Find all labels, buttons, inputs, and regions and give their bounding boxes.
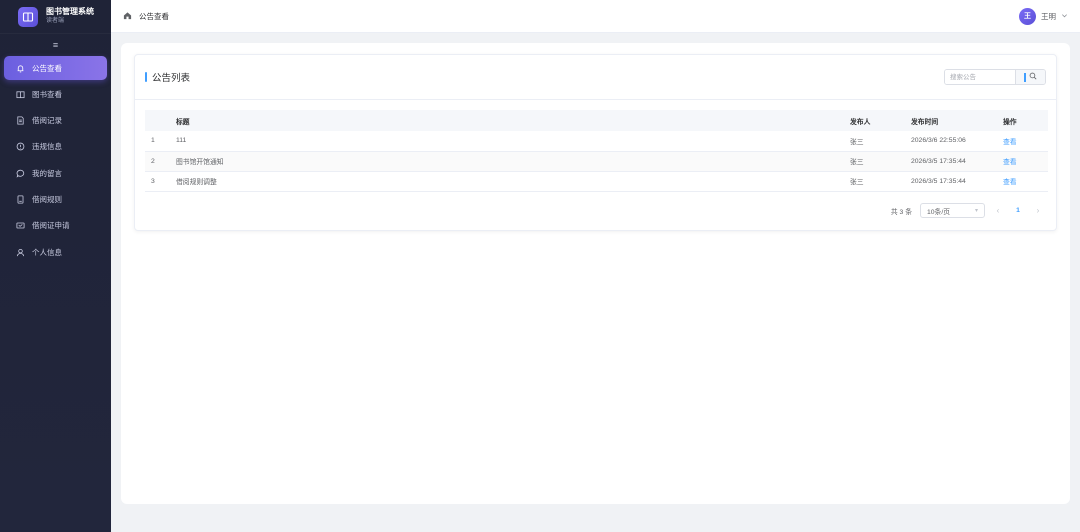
table-row: 3 借阅规则调整 张三 2026/3/5 17:35:44 查看	[145, 171, 1048, 192]
card-title: 公告列表	[145, 70, 190, 84]
column-header-title: 标题	[176, 110, 850, 131]
search-box	[944, 69, 1046, 85]
sidebar-item-notice[interactable]: 公告查看	[4, 56, 107, 80]
chevron-down-icon: ▾	[974, 208, 978, 214]
chevron-down-icon[interactable]	[1061, 12, 1068, 21]
table-row: 1 111 张三 2026/3/6 22:55:06 查看	[145, 131, 1048, 152]
row-index: 1	[145, 131, 176, 152]
view-link[interactable]: 查看	[1003, 179, 1017, 186]
sidebar-item-borrow-records[interactable]: 借阅记录	[4, 109, 107, 133]
page-size-value: 10条/页	[927, 208, 951, 216]
sidebar-item-profile[interactable]: 个人信息	[4, 240, 107, 264]
card-title-text: 公告列表	[152, 73, 191, 84]
brand: 图书管理系统 读者端	[0, 0, 111, 34]
row-time: 2026/3/5 17:35:44	[911, 151, 1003, 172]
table-header-row: 标题 发布人 发布时间 操作	[145, 110, 1048, 131]
title-accent-bar	[145, 72, 147, 82]
search-button[interactable]	[1015, 70, 1045, 84]
pagination: 共 3 条 10条/页 ▾ ‹ 1 ›	[891, 203, 1043, 218]
book-icon	[16, 90, 25, 99]
top-header: 公告查看 王 王明	[111, 0, 1080, 33]
sidebar-item-label: 个人信息	[32, 247, 62, 257]
prev-page-button[interactable]: ‹	[993, 206, 1003, 215]
page-size-select[interactable]: 10条/页 ▾	[920, 203, 985, 218]
row-title: 图书馆开馆通知	[176, 151, 850, 172]
card-header: 公告列表	[135, 55, 1056, 100]
row-title: 111	[176, 131, 850, 152]
sidebar-item-label: 借阅规则	[32, 194, 62, 204]
menu-collapse-icon[interactable]: ≡	[0, 34, 111, 56]
breadcrumb: 公告查看	[123, 11, 169, 22]
card-icon	[16, 221, 25, 230]
home-icon[interactable]	[123, 11, 132, 22]
notice-list-card: 公告列表 标题 发布人 发布时间 操作	[134, 54, 1057, 231]
pagination-total: 共 3 条	[890, 208, 912, 216]
bell-icon	[16, 64, 25, 73]
search-icon	[1029, 72, 1037, 82]
page-number-current[interactable]: 1	[1011, 207, 1025, 214]
search-input[interactable]	[945, 70, 1015, 84]
column-header-action: 操作	[1003, 110, 1048, 131]
app-title: 图书管理系统	[46, 7, 94, 17]
column-header-time: 发布时间	[911, 110, 1003, 131]
user-menu[interactable]: 王 王明	[1019, 7, 1068, 25]
main-panel: 公告列表 标题 发布人 发布时间 操作	[121, 43, 1070, 504]
app-subtitle: 读者端	[46, 18, 65, 25]
column-header-index	[145, 110, 176, 131]
sidebar: 图书管理系统 读者端 ≡ 公告查看 图书查看 借阅记录 违规信息 我的留言 借阅…	[0, 0, 111, 532]
text-cursor-bar	[1024, 72, 1026, 82]
notice-table: 标题 发布人 发布时间 操作 1 111 张三 2026/3/6 22:55:0…	[145, 110, 1048, 192]
book-logo-icon	[18, 6, 38, 27]
sidebar-item-label: 借阅证申请	[32, 221, 70, 231]
column-header-publisher: 发布人	[850, 110, 911, 131]
sidebar-item-books[interactable]: 图书查看	[4, 82, 107, 106]
sidebar-item-label: 借阅记录	[32, 116, 62, 126]
row-time: 2026/3/5 17:35:44	[911, 171, 1003, 192]
table-row: 2 图书馆开馆通知 张三 2026/3/5 17:35:44 查看	[145, 151, 1048, 172]
sidebar-item-label: 公告查看	[32, 63, 62, 73]
next-page-button[interactable]: ›	[1033, 206, 1043, 215]
sidebar-item-borrow-rules[interactable]: 借阅规则	[4, 187, 107, 211]
sidebar-item-card-apply[interactable]: 借阅证申请	[4, 214, 107, 238]
document-icon	[16, 116, 25, 125]
view-link[interactable]: 查看	[1003, 159, 1017, 166]
view-link[interactable]: 查看	[1003, 139, 1017, 146]
avatar[interactable]: 王	[1019, 7, 1036, 25]
sidebar-item-messages[interactable]: 我的留言	[4, 161, 107, 185]
row-title: 借阅规则调整	[176, 171, 850, 192]
sidebar-item-violations[interactable]: 违规信息	[4, 135, 107, 159]
row-index: 3	[145, 171, 176, 192]
row-time: 2026/3/6 22:55:06	[911, 131, 1003, 152]
sidebar-item-label: 违规信息	[32, 142, 62, 152]
row-publisher: 张三	[850, 151, 911, 172]
row-publisher: 张三	[850, 131, 911, 152]
breadcrumb-current: 公告查看	[139, 11, 169, 21]
message-icon	[16, 169, 25, 178]
row-index: 2	[145, 151, 176, 172]
row-publisher: 张三	[850, 171, 911, 192]
sidebar-item-label: 我的留言	[32, 168, 62, 178]
notebook-icon	[16, 195, 25, 204]
user-icon	[16, 248, 25, 257]
sidebar-menu: 公告查看 图书查看 借阅记录 违规信息 我的留言 借阅规则 借阅证申请 个人信息	[0, 56, 111, 264]
user-name[interactable]: 王明	[1041, 11, 1056, 22]
sidebar-item-label: 图书查看	[32, 89, 62, 99]
warning-circle-icon	[16, 142, 25, 151]
